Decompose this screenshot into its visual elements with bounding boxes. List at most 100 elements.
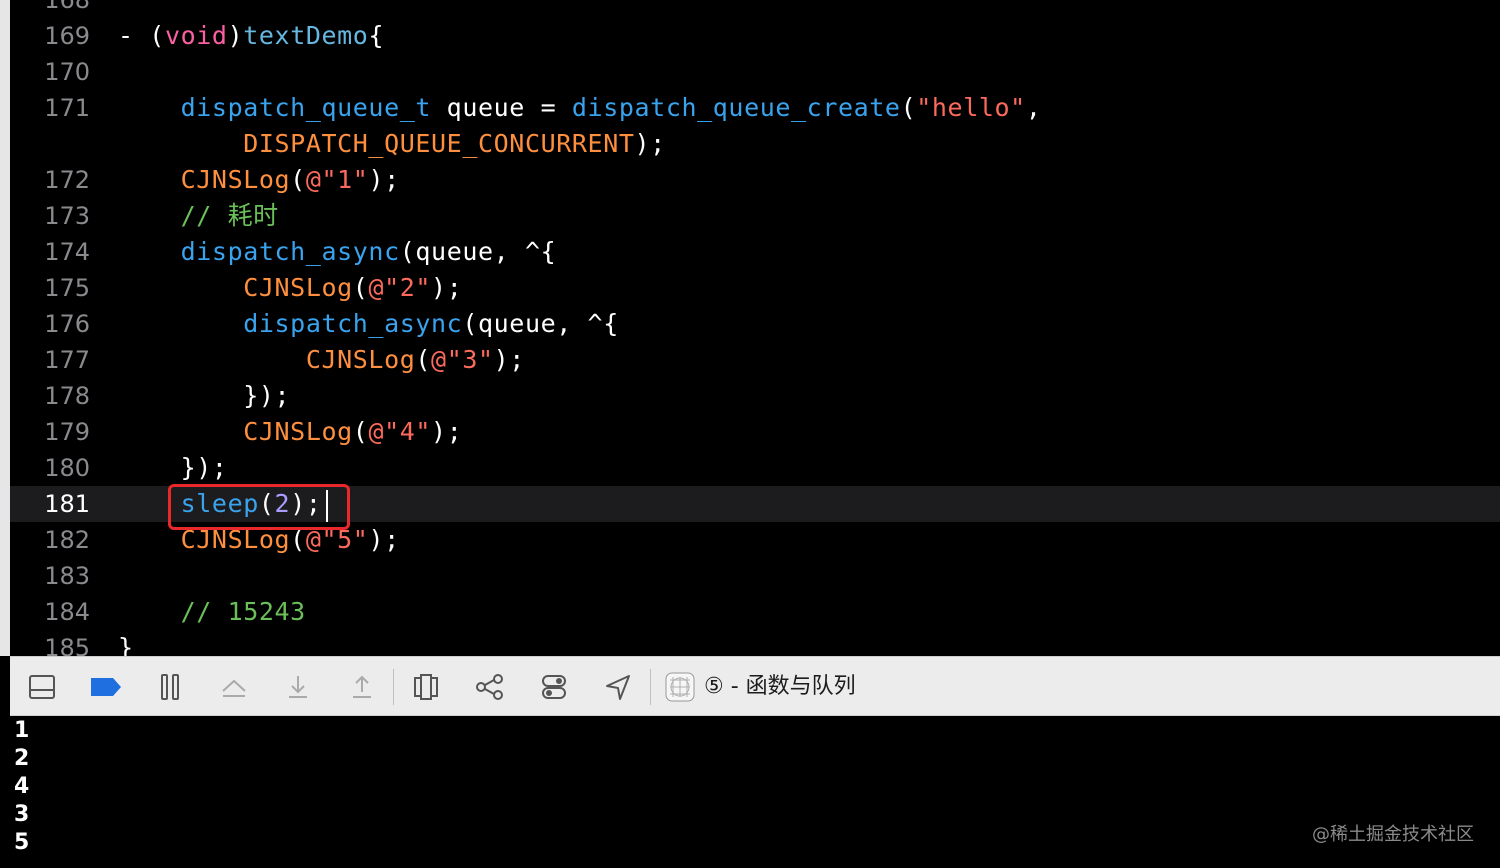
code-line[interactable]: 168 [10, 0, 1500, 18]
code-line[interactable]: 170 [10, 54, 1500, 90]
highlight-annotation [168, 484, 350, 530]
code-line[interactable]: 169 - (void)textDemo{ [10, 18, 1500, 54]
console-output-line: 1 [14, 718, 30, 743]
code-text: CJNSLog(@"3"); [118, 342, 525, 378]
code-token: ( [352, 417, 369, 446]
code-line[interactable]: 175 CJNSLog(@"2"); [10, 270, 1500, 306]
line-number: 179 [44, 418, 90, 446]
code-token: (queue, ^{ [399, 237, 557, 266]
code-line[interactable]: 183 [10, 558, 1500, 594]
code-editor[interactable]: 168 169- (void)textDemo{ 170 171 dispatch_q… [10, 0, 1500, 656]
watermark: @稀土掘金技术社区 [1312, 824, 1474, 845]
code-token: ( [290, 165, 306, 194]
debug-console[interactable]: 1 2 4 3 5 [0, 716, 1500, 868]
code-line[interactable]: 178 }); [10, 378, 1500, 414]
code-text: dispatch_async(queue, ^{ [118, 234, 556, 270]
process-target-label[interactable]: ⑤ - 函数与队列 [704, 671, 856, 703]
environment-overrides-button[interactable] [538, 671, 570, 703]
target-app-button[interactable] [664, 671, 696, 703]
line-number: 177 [44, 346, 90, 374]
code-token: CJNSLog [305, 345, 416, 374]
location-icon [606, 675, 630, 700]
code-line[interactable]: 185} [10, 630, 1500, 656]
step-out-icon [353, 675, 371, 698]
code-line[interactable]: 180 }); [10, 450, 1500, 486]
code-text: // 15243 [118, 594, 306, 630]
code-line[interactable]: 179 CJNSLog(@"4"); [10, 414, 1500, 450]
code-token: ); [368, 525, 400, 554]
line-number: 172 [44, 166, 90, 194]
line-number: 181 [44, 490, 90, 518]
toolbar-separator [650, 669, 651, 705]
code-token: @"2" [368, 273, 432, 302]
code-token: ( [352, 273, 369, 302]
pause-button[interactable] [154, 671, 186, 703]
code-text: DISPATCH_QUEUE_CONCURRENT); [118, 126, 666, 162]
breakpoints-toggle-button[interactable] [90, 671, 122, 703]
memory-graph-icon [476, 674, 503, 700]
code-line[interactable]: 184 // 15243 [10, 594, 1500, 630]
code-token: CJNSLog [243, 273, 353, 302]
toggle-console-button[interactable] [26, 671, 58, 703]
step-into-button[interactable] [282, 671, 314, 703]
breakpoint-icon [91, 678, 121, 696]
code-line[interactable]: 174 dispatch_async(queue, ^{ [10, 234, 1500, 270]
code-token: dispatch_async [180, 237, 400, 266]
view-hierarchy-button[interactable] [410, 671, 442, 703]
line-number: 171 [44, 94, 90, 122]
code-token: dispatch_queue_t [180, 93, 432, 122]
code-line[interactable]: 177 CJNSLog(@"3"); [10, 342, 1500, 378]
console-output-line: 5 [14, 830, 30, 855]
code-token: "hello" [916, 93, 1026, 122]
simulate-location-button[interactable] [602, 671, 634, 703]
line-number: 184 [44, 598, 90, 626]
code-text: - (void)textDemo{ [118, 18, 384, 54]
code-token: CJNSLog [243, 417, 353, 446]
code-line[interactable]: 176 dispatch_async(queue, ^{ [10, 306, 1500, 342]
code-token: }); [118, 381, 291, 410]
console-output-line: 2 [14, 746, 30, 771]
step-over-button[interactable] [218, 671, 250, 703]
panel-icon [29, 675, 55, 699]
code-line[interactable]: DISPATCH_QUEUE_CONCURRENT); [10, 126, 1500, 162]
console-output-line: 4 [14, 774, 30, 799]
code-text: }); [118, 450, 228, 486]
console-output-line: 3 [14, 802, 30, 827]
code-text: }); [118, 378, 290, 414]
code-token: textDemo [243, 21, 369, 50]
code-token: ) [227, 21, 244, 50]
code-line[interactable]: 171 dispatch_queue_t queue = dispatch_qu… [10, 90, 1500, 126]
code-token: @"1" [305, 165, 369, 194]
step-out-button[interactable] [346, 671, 378, 703]
line-number: 173 [44, 202, 90, 230]
code-line[interactable]: 173 // 耗时 [10, 198, 1500, 234]
code-token: ); [431, 273, 463, 302]
line-number: 175 [44, 274, 90, 302]
code-text: CJNSLog(@"1"); [118, 162, 400, 198]
code-token: dispatch_async [243, 309, 463, 338]
code-token: , [1025, 93, 1042, 122]
line-number: 178 [44, 382, 90, 410]
code-token: ); [634, 129, 666, 158]
window-edge [0, 0, 10, 656]
line-number: 180 [44, 454, 90, 482]
code-token: queue = [431, 93, 572, 122]
code-token: dispatch_queue_create [571, 93, 901, 122]
code-token: @"3" [431, 345, 494, 374]
memory-graph-button[interactable] [474, 671, 506, 703]
line-number: 170 [44, 58, 90, 86]
line-number: 185 [44, 634, 90, 656]
code-token: // 15243 [180, 597, 306, 626]
code-line[interactable]: 172 CJNSLog(@"1"); [10, 162, 1500, 198]
code-token: ( [415, 345, 432, 374]
code-token: ); [431, 417, 463, 446]
code-token: ); [368, 165, 400, 194]
code-token: DISPATCH_QUEUE_CONCURRENT [243, 129, 635, 158]
code-token: (queue, ^{ [462, 309, 619, 338]
code-token: { [368, 21, 385, 50]
